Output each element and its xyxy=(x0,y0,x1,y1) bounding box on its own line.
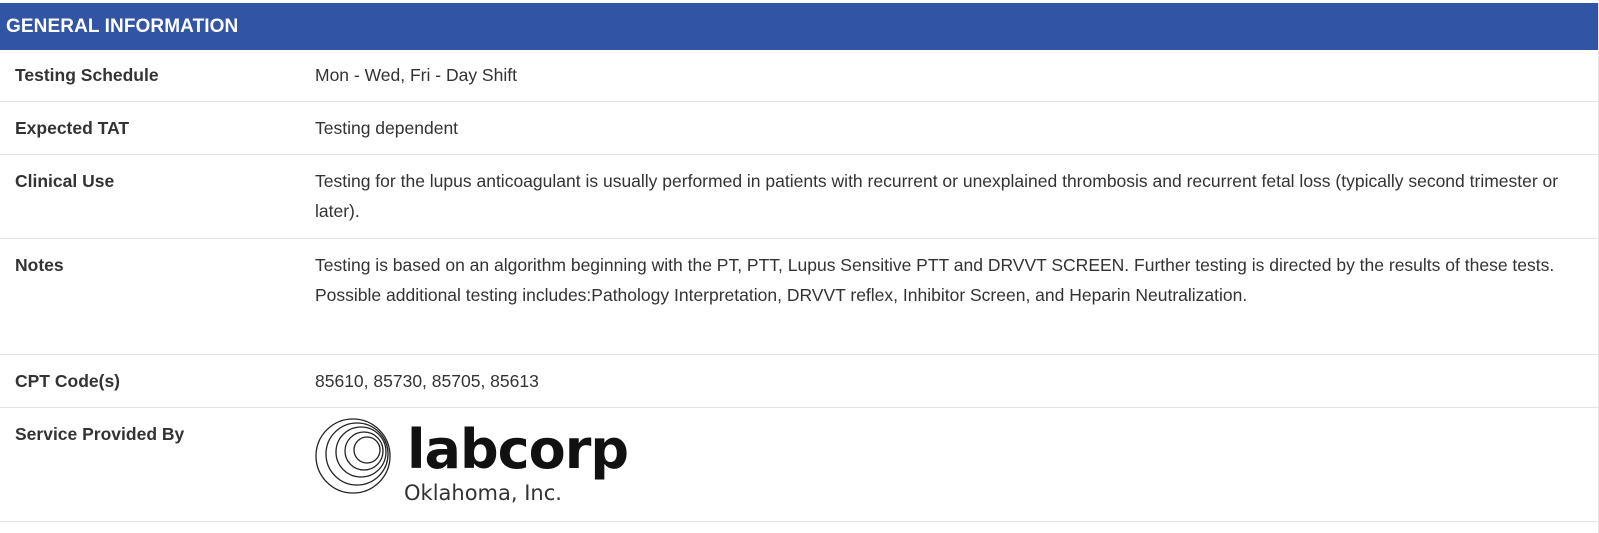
row-value: 85610, 85730, 85705, 85613 xyxy=(315,371,539,391)
row-label: Testing Schedule xyxy=(15,65,159,85)
row-label: Service Provided By xyxy=(15,424,185,444)
row-label: Notes xyxy=(15,255,64,275)
section-header: GENERAL INFORMATION xyxy=(0,3,1598,50)
info-row-service-provided-by: Service Provided By labcorp Oklahoma, In… xyxy=(0,408,1598,522)
labcorp-rings-icon xyxy=(315,418,391,494)
row-value: labcorp Oklahoma, Inc. xyxy=(315,416,1598,521)
logo-subtitle: Oklahoma, Inc. xyxy=(404,481,562,505)
row-value: Mon - Wed, Fri - Day Shift xyxy=(315,65,517,85)
row-label: Clinical Use xyxy=(15,171,115,191)
info-row-expected-tat: Expected TAT Testing dependent xyxy=(0,102,1598,155)
info-row-clinical-use: Clinical Use Testing for the lupus antic… xyxy=(0,155,1598,239)
row-label: CPT Code(s) xyxy=(15,371,120,391)
info-row-notes: Notes Testing is based on an algorithm b… xyxy=(0,239,1598,355)
logo-wordmark: labcorp xyxy=(407,418,629,481)
labcorp-logo[interactable]: labcorp Oklahoma, Inc. xyxy=(315,416,629,514)
general-information-panel: GENERAL INFORMATION Testing Schedule Mon… xyxy=(0,3,1599,533)
row-value: Testing is based on an algorithm beginni… xyxy=(315,255,1555,305)
info-row-cpt-codes: CPT Code(s) 85610, 85730, 85705, 85613 xyxy=(0,355,1598,408)
row-label: Expected TAT xyxy=(15,118,130,138)
info-row-testing-schedule: Testing Schedule Mon - Wed, Fri - Day Sh… xyxy=(0,50,1598,102)
row-value: Testing for the lupus anticoagulant is u… xyxy=(315,171,1559,221)
row-value: Testing dependent xyxy=(315,118,459,138)
